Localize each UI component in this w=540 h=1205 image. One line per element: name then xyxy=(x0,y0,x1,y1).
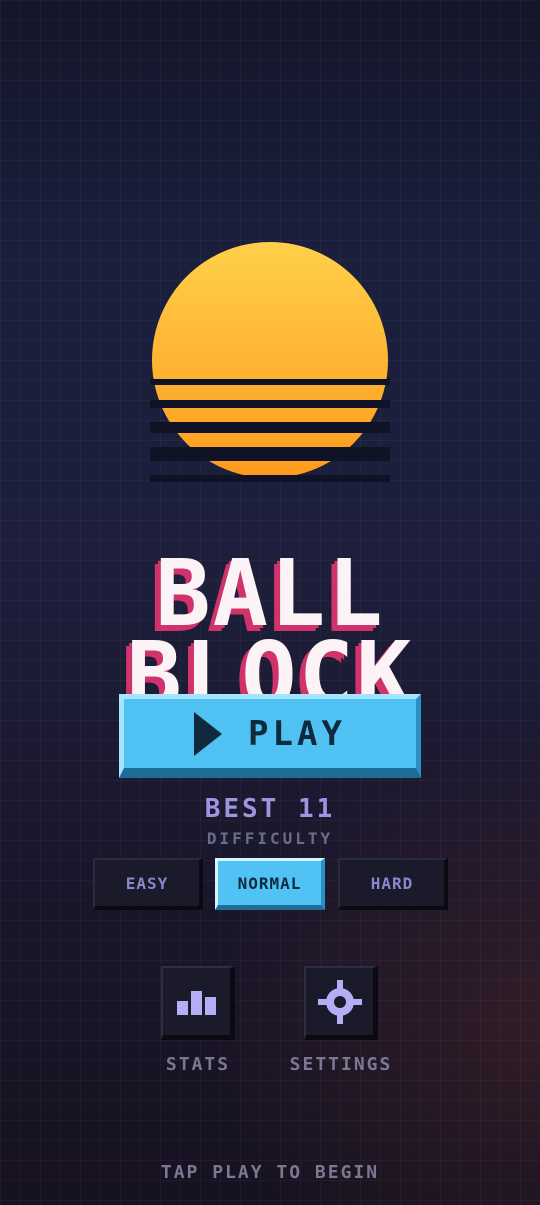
difficulty-heading: DIFFICULTY xyxy=(206,829,334,848)
sunset-sun-icon xyxy=(150,242,390,482)
difficulty-hard-button[interactable]: HARD xyxy=(338,858,448,910)
stats-button[interactable] xyxy=(161,966,235,1040)
crosshair-gear-icon xyxy=(317,979,362,1024)
play-triangle-icon xyxy=(194,711,223,756)
settings-label: SETTINGS xyxy=(289,1054,393,1075)
best-score-value: 11 xyxy=(297,794,336,824)
game-title-line-1: BALL xyxy=(155,540,385,647)
best-score: BEST 11 xyxy=(0,794,540,824)
bar-chart-icon xyxy=(176,990,216,1015)
settings-button[interactable] xyxy=(304,966,378,1040)
difficulty-normal-button[interactable]: NORMAL xyxy=(215,858,325,910)
stats-label: STATS xyxy=(165,1054,231,1075)
game-title-line-2: BLOCK xyxy=(126,630,414,704)
play-button[interactable]: PLAY xyxy=(119,694,421,778)
play-button-label: PLAY xyxy=(248,713,346,754)
footer-hint: TAP PLAY TO BEGIN xyxy=(160,1162,380,1183)
difficulty-easy-button[interactable]: EASY xyxy=(93,858,203,910)
best-score-label: BEST xyxy=(204,794,280,824)
